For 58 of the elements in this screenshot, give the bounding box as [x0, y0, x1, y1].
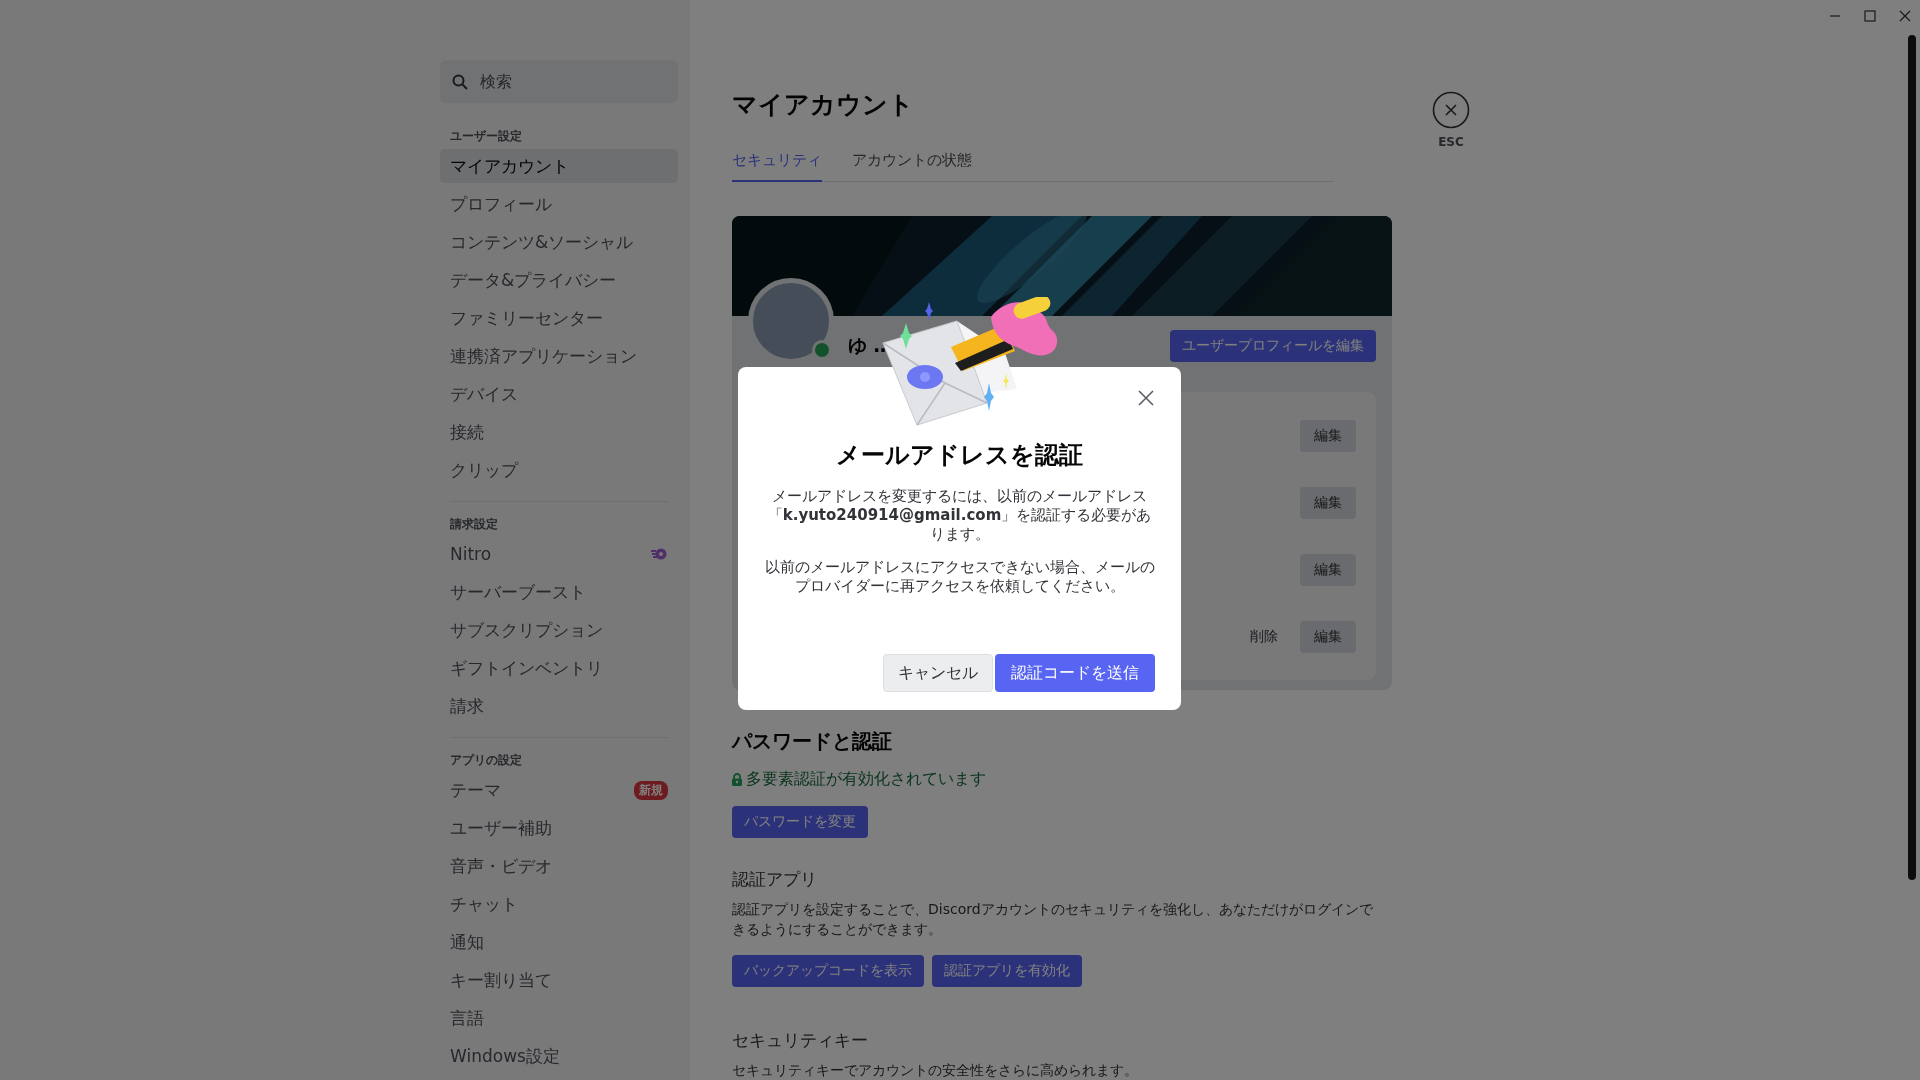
- close-icon[interactable]: [1432, 91, 1470, 129]
- nitro-icon: [650, 547, 668, 561]
- auth-button[interactable]: 認証アプリを有効化: [932, 955, 1082, 987]
- section-heading: ユーザー設定: [449, 128, 523, 145]
- close-icon[interactable]: [1138, 390, 1154, 406]
- sidebar-item[interactable]: ファミリーセンター: [440, 301, 678, 335]
- new-badge: 新規: [634, 780, 668, 800]
- mfa-status: 多要素認証が有効化されています: [746, 769, 986, 790]
- tab[interactable]: セキュリティ: [732, 151, 822, 182]
- sidebar-item[interactable]: Nitro: [440, 537, 678, 571]
- section-heading: アプリの設定: [449, 752, 523, 769]
- sidebar-item[interactable]: コンテンツ&ソーシャル: [440, 225, 678, 259]
- section-title: パスワードと認証: [732, 728, 893, 755]
- sidebar-item[interactable]: 連携済アプリケーション: [440, 339, 678, 373]
- sidebar-item[interactable]: 言語: [440, 1001, 678, 1035]
- edit-button[interactable]: 編集: [1300, 419, 1356, 452]
- scrollbar[interactable]: [1908, 35, 1916, 880]
- sidebar-item[interactable]: サブスクリプション: [440, 613, 678, 647]
- send-code-button[interactable]: 認証コードを送信: [995, 654, 1155, 692]
- sidebar-item[interactable]: データ&プライバシー: [440, 263, 678, 297]
- sidebar-item[interactable]: 接続: [440, 415, 678, 449]
- sidebar-item[interactable]: デバイス: [440, 377, 678, 411]
- edit-button[interactable]: 編集: [1300, 553, 1356, 586]
- sidebar-item[interactable]: クリップ: [440, 453, 678, 487]
- sidebar-item[interactable]: キー割り当て: [440, 963, 678, 997]
- sidebar-item[interactable]: テーマ 新規: [440, 773, 678, 807]
- lock-icon: [732, 773, 742, 786]
- section-heading: 請求設定: [449, 516, 499, 533]
- change-password-button[interactable]: パスワードを変更: [732, 806, 868, 838]
- search-field[interactable]: 検索: [440, 60, 678, 103]
- remove-link[interactable]: 削除: [1250, 627, 1278, 646]
- sidebar-item[interactable]: Windows設定: [440, 1039, 678, 1073]
- description-text: セキュリティキーでアカウントの安全性をさらに高められます。: [732, 1061, 1139, 1080]
- edit-button[interactable]: 編集: [1300, 620, 1356, 653]
- sidebar-item[interactable]: ユーザー補助: [440, 811, 678, 845]
- subsection-title: セキュリティキー: [732, 1029, 869, 1052]
- edit-profile-button[interactable]: ユーザープロフィールを編集: [1170, 330, 1376, 362]
- cancel-button[interactable]: キャンセル: [883, 654, 993, 692]
- subsection-title: 認証アプリ: [732, 868, 818, 891]
- sidebar-item[interactable]: マイアカウント: [440, 149, 678, 183]
- sidebar-item[interactable]: 請求: [440, 689, 678, 723]
- page-title: マイアカウント: [732, 89, 915, 121]
- sidebar-item[interactable]: チャット: [440, 887, 678, 921]
- sidebar-item[interactable]: ギフトインベントリ: [440, 651, 678, 685]
- description-text: 認証アプリを設定することで、Discordアカウントのセキュリティを強化し、あなただけがログインできるようにすることができます。: [732, 900, 1374, 939]
- dialog-title: メールアドレスを認証: [836, 440, 1083, 471]
- tab[interactable]: アカウントの状態: [852, 151, 972, 182]
- close-icon[interactable]: [1899, 10, 1911, 22]
- sidebar-item[interactable]: プロフィール: [440, 187, 678, 221]
- maximize-icon[interactable]: [1864, 10, 1876, 22]
- dialog-text: 以前のメールアドレスにアクセスできない場合、メールのプロバイダーに再アクセスを依頼してください。: [764, 558, 1155, 596]
- edit-button[interactable]: 編集: [1300, 486, 1356, 519]
- auth-button[interactable]: バックアップコードを表示: [732, 955, 924, 987]
- sidebar-item[interactable]: 音声・ビデオ: [440, 849, 678, 883]
- sidebar-item[interactable]: 通知: [440, 925, 678, 959]
- dialog-text: メールアドレスを変更するには、以前のメールアドレス「k.yuto240914@gmail.com」を認証する必要があります。: [766, 487, 1153, 544]
- esc-label: ESC: [1438, 135, 1464, 149]
- sidebar-item[interactable]: サーバーブースト: [440, 575, 678, 609]
